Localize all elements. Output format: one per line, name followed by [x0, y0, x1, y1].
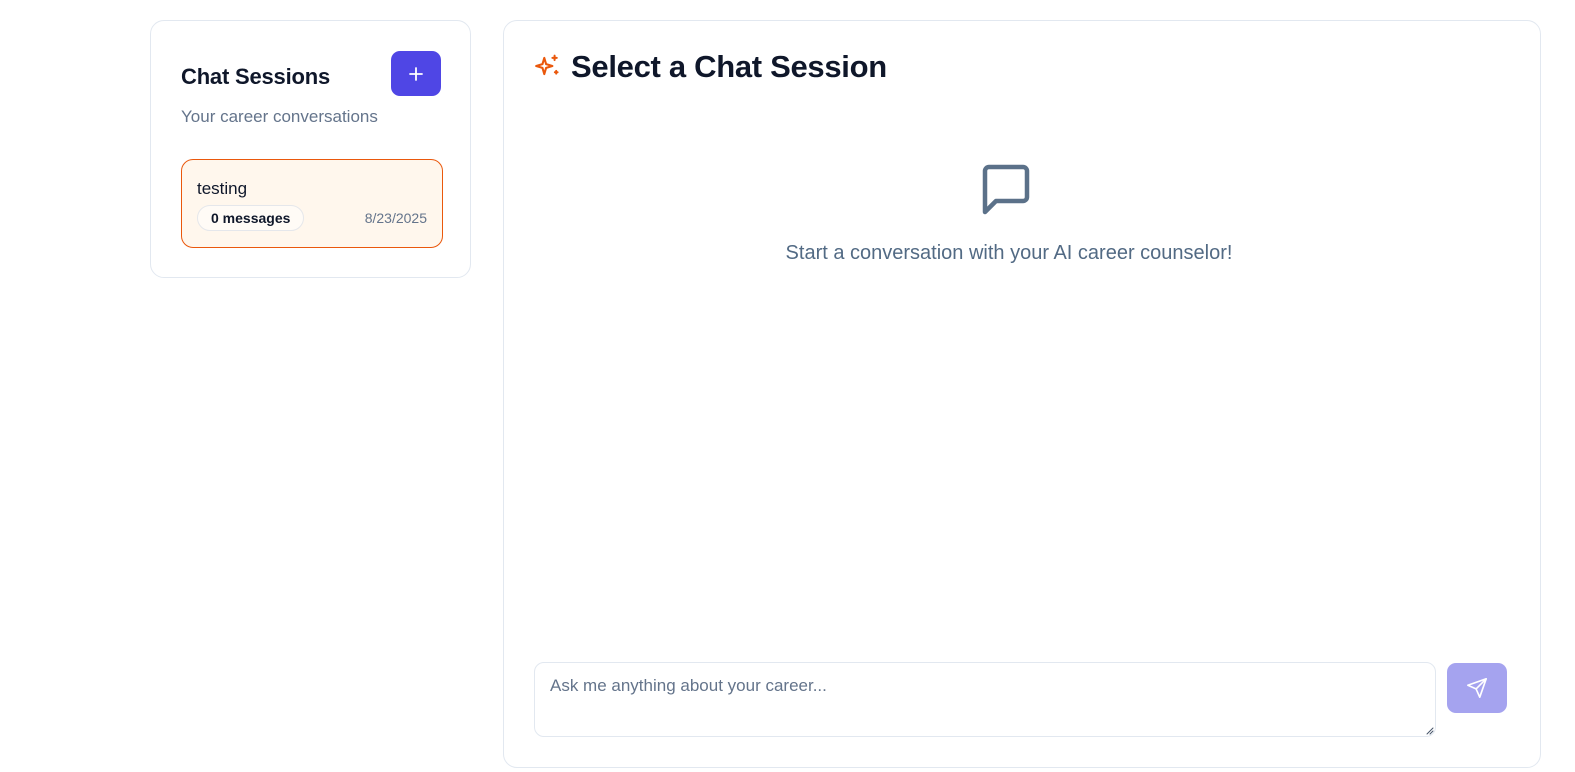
sessions-title: Chat Sessions	[181, 64, 331, 89]
send-button[interactable]	[1447, 663, 1507, 713]
message-count-badge: 0 messages	[197, 205, 305, 231]
new-session-button[interactable]	[391, 51, 441, 96]
session-list-item[interactable]: testing 0 messages 8/23/2025	[181, 159, 443, 248]
chat-panel: Select a Chat Session Start a conversati…	[503, 20, 1541, 768]
empty-state-text: Start a conversation with your AI career…	[785, 242, 1233, 264]
message-square-icon	[982, 164, 1030, 215]
chat-title: Select a Chat Session	[571, 49, 887, 84]
chat-sessions-panel: Chat Sessions Your career conversations …	[150, 20, 471, 278]
message-input[interactable]	[534, 662, 1436, 737]
plus-icon	[409, 66, 423, 81]
sparkles-icon	[535, 54, 559, 76]
session-date: 8/23/2025	[364, 210, 427, 226]
send-icon	[1467, 678, 1487, 698]
sessions-subtitle: Your career conversations	[181, 107, 378, 126]
session-name: testing	[197, 179, 248, 198]
resize-handle-icon[interactable]	[1424, 725, 1434, 735]
